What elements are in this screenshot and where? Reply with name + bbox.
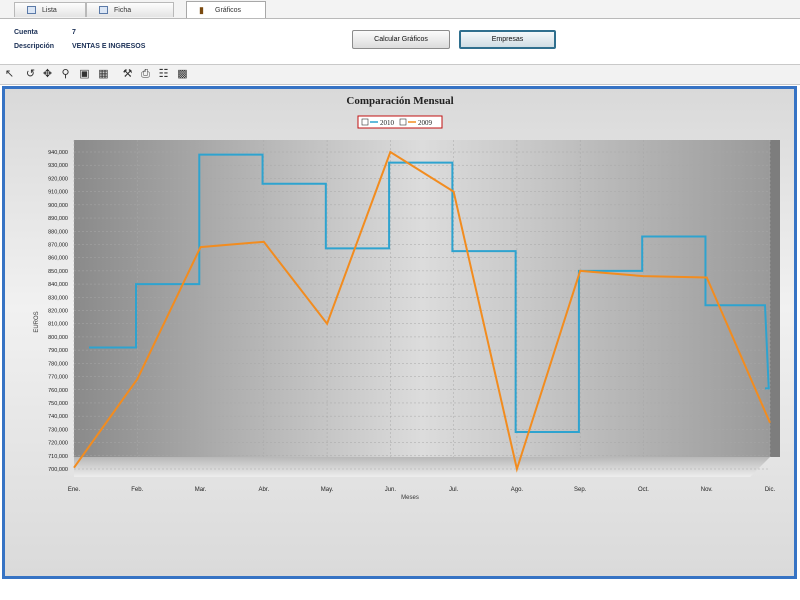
y-tick-label: 920,000 [48, 176, 68, 182]
y-tick-label: 720,000 [48, 441, 68, 447]
plot-floor [74, 457, 770, 477]
print-icon[interactable]: ⎙ [139, 68, 152, 81]
tab-lista-label: Lista [42, 6, 57, 14]
copy-icon[interactable]: ▣ [78, 68, 91, 81]
y-axis-label: EUROS [34, 311, 40, 332]
list-icon [27, 6, 36, 14]
x-tick-label: Jun. [385, 487, 397, 493]
legend-label-2009: 2009 [418, 119, 433, 127]
y-tick-label: 740,000 [48, 414, 68, 420]
y-tick-label: 840,000 [48, 282, 68, 288]
x-tick-label: Abr. [258, 487, 269, 493]
tab-ficha[interactable]: Ficha [86, 2, 174, 17]
y-tick-label: 820,000 [48, 309, 68, 315]
y-tick-label: 810,000 [48, 322, 68, 328]
y-tick-label: 830,000 [48, 295, 68, 301]
y-tick-label: 760,000 [48, 388, 68, 394]
chart-toolbar: ↖ ↺ ✥ ⚲ ▣ ▦ ⚒ ⎙ ☷ ▩ [0, 64, 800, 85]
legend-checkbox-2009[interactable] [399, 118, 407, 126]
x-tick-label: Feb. [131, 487, 143, 493]
y-tick-label: 940,000 [48, 150, 68, 156]
tab-ficha-label: Ficha [114, 6, 132, 14]
x-tick-label: Ene. [68, 487, 81, 493]
rotate-icon[interactable]: ↺ [24, 68, 37, 81]
move-icon[interactable]: ✥ [41, 68, 54, 81]
legend-checkbox-2010[interactable] [361, 118, 369, 126]
cuenta-label: Cuenta [14, 29, 38, 36]
tab-bar: Lista Ficha ▮ Gráficos [0, 0, 800, 19]
y-tick-label: 890,000 [48, 216, 68, 222]
cuenta-value: 7 [72, 29, 76, 36]
zoom-icon[interactable]: ⚲ [59, 68, 72, 81]
tab-lista[interactable]: Lista [14, 2, 86, 17]
chart-panel: Comparación Mensual 2010 2009 940,000 930… [2, 86, 797, 579]
x-tick-label: Oct. [638, 487, 649, 493]
x-tick-label: Ago. [511, 487, 524, 493]
x-tick-label: Jul. [449, 487, 459, 493]
descripcion-value: VENTAS E INGRESOS [72, 43, 146, 50]
tab-graficos-label: Gráficos [215, 6, 242, 14]
y-tick-label: 700,000 [48, 467, 68, 473]
empresas-button[interactable]: Empresas [459, 30, 556, 49]
x-tick-label: May. [321, 487, 334, 493]
y-tick-label: 770,000 [48, 375, 68, 381]
plot-back-wall [74, 140, 770, 457]
chart-title: Comparación Mensual [346, 95, 453, 107]
y-tick-label: 780,000 [48, 361, 68, 367]
y-tick-label: 710,000 [48, 454, 68, 460]
y-axis: 940,000 930,000 920,000 910,000 900,000 890,0… [48, 150, 68, 473]
y-tick-label: 790,000 [48, 348, 68, 354]
y-tick-label: 800,000 [48, 335, 68, 341]
chart-legend: 2010 2009 [357, 115, 443, 129]
y-tick-label: 730,000 [48, 427, 68, 433]
comparison-chart: Comparación Mensual 2010 2009 940,000 930… [34, 95, 780, 501]
export-icon[interactable]: ▦ [97, 68, 110, 81]
y-tick-label: 900,000 [48, 203, 68, 209]
clipboard-icon[interactable]: ☷ [157, 68, 170, 81]
plot-side-wall [770, 140, 780, 457]
y-tick-label: 910,000 [48, 190, 68, 196]
x-tick-label: Dic. [765, 487, 776, 493]
chart-icon: ▮ [199, 5, 204, 15]
y-tick-label: 880,000 [48, 229, 68, 235]
x-tick-label: Mar. [195, 487, 207, 493]
y-tick-label: 750,000 [48, 401, 68, 407]
y-tick-label: 930,000 [48, 163, 68, 169]
x-tick-label: Sep. [574, 487, 587, 493]
pointer-icon[interactable]: ↖ [3, 68, 16, 81]
y-tick-label: 860,000 [48, 256, 68, 262]
x-axis-label: Meses [401, 495, 419, 501]
settings-icon[interactable]: ⚒ [121, 68, 134, 81]
x-axis: Ene. Feb. Mar. Abr. May. Jun. Jul. Ago. Sep. Oct.… [68, 487, 776, 493]
save-icon[interactable]: ▩ [176, 68, 189, 81]
form-icon [99, 6, 108, 14]
tab-graficos[interactable]: ▮ Gráficos [186, 1, 266, 18]
legend-label-2010: 2010 [380, 119, 395, 127]
account-info: Cuenta 7 Descripción VENTAS E INGRESOS C… [0, 19, 800, 63]
descripcion-label: Descripción [14, 43, 55, 50]
calcular-graficos-button[interactable]: Calcular Gráficos [352, 30, 450, 49]
y-tick-label: 870,000 [48, 242, 68, 248]
x-tick-label: Nov. [701, 487, 713, 493]
y-tick-label: 850,000 [48, 269, 68, 275]
